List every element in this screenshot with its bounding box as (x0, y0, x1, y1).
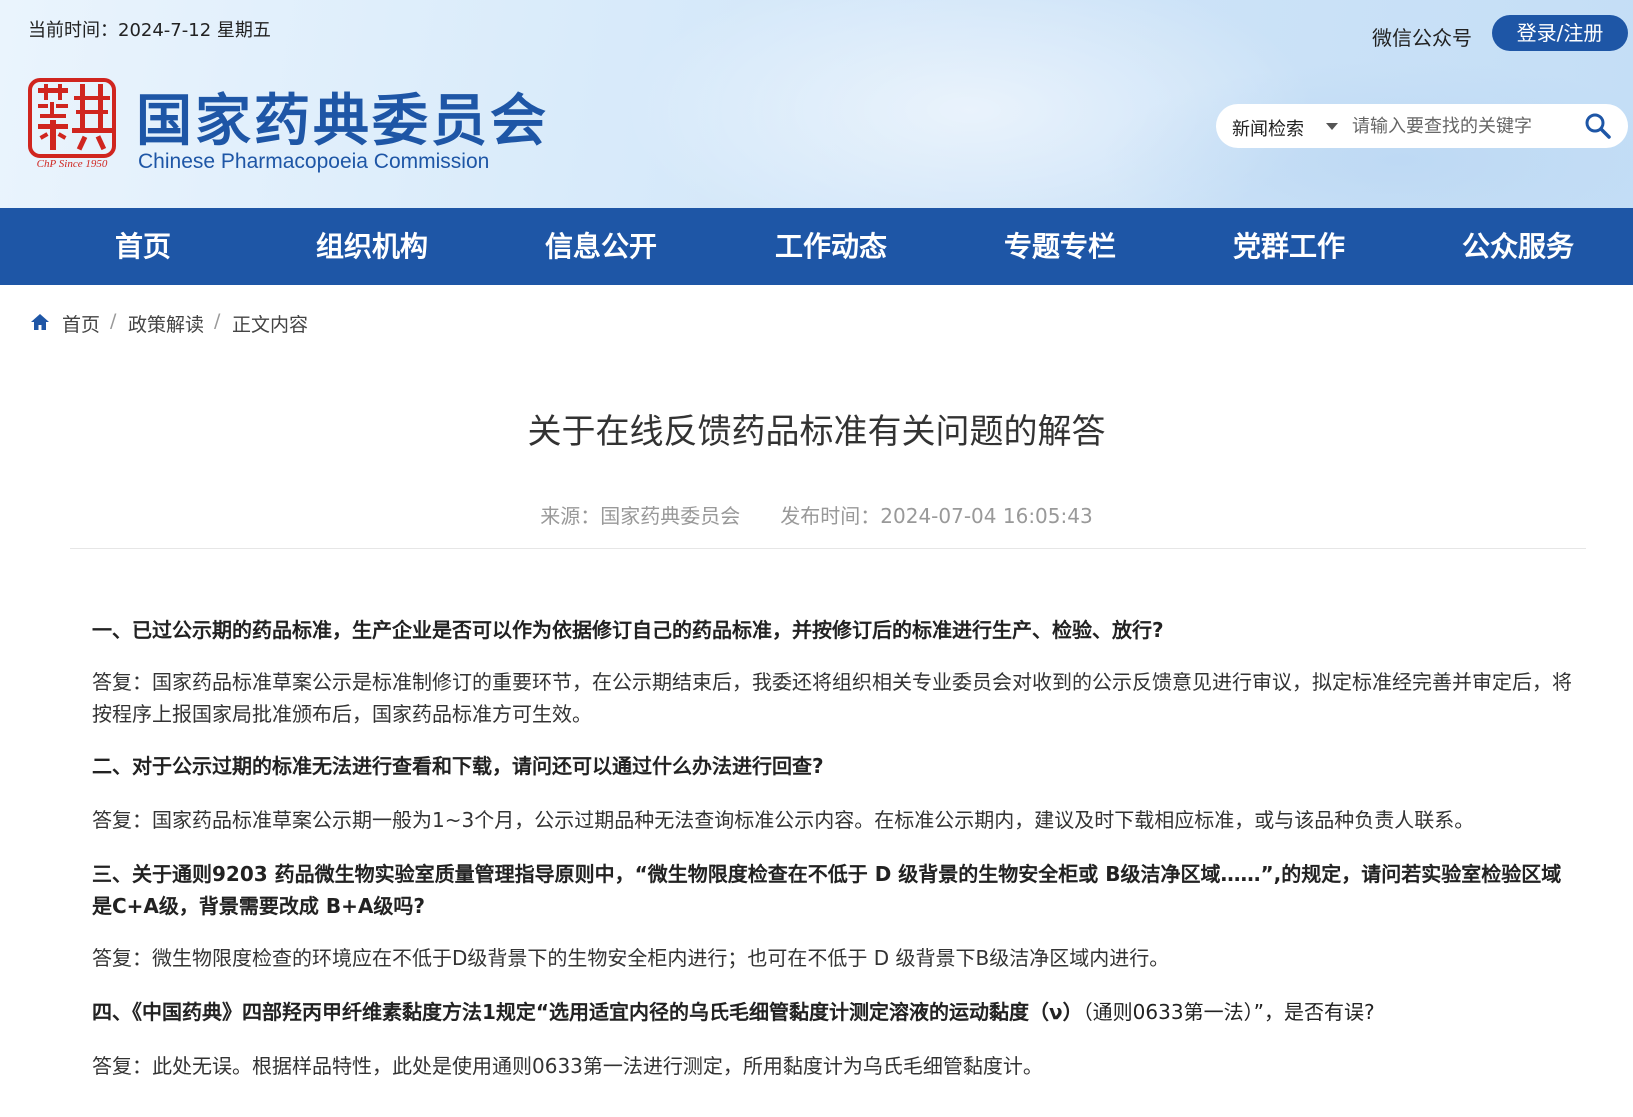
answer-4: 答复：此处无误。根据样品特性，此处是使用通则0633第一法进行测定，所用黏度计为… (92, 1054, 1043, 1078)
breadcrumb-home[interactable]: 首页 (62, 310, 100, 337)
nav-item-organization[interactable]: 组织机构 (272, 208, 472, 285)
search-input[interactable] (1352, 112, 1572, 140)
site-name-chinese[interactable]: 国家药典委员会 (136, 76, 549, 157)
nav-item-party-work[interactable]: 党群工作 (1189, 208, 1389, 285)
answer-3: 答复：微生物限度检查的环境应在不低于D级背景下的生物安全柜内进行；也可在不低于 … (92, 946, 1170, 970)
article-meta: 来源：国家药典委员会 发布时间：2024-07-04 16:05:43 (0, 500, 1633, 529)
question-3: 三、关于通则9203 药品微生物实验室质量管理指导原则中，“微生物限度检查在不低… (92, 862, 1562, 918)
breadcrumb-separator: / (110, 310, 117, 332)
chevron-down-icon[interactable] (1326, 123, 1338, 130)
title-divider (70, 548, 1586, 549)
question-4-normal: （通则0633第一法）”，是否有误? (1082, 1000, 1375, 1024)
question-4: 四、《中国药典》四部羟丙甲纤维素黏度方法1规定“选用适宜内径的乌氏毛细管黏度计测… (92, 996, 1572, 1028)
breadcrumb-policy-interpretation[interactable]: 政策解读 (128, 310, 204, 337)
wechat-account-link[interactable]: 微信公众号 (1372, 22, 1472, 51)
nav-item-home[interactable]: 首页 (43, 208, 243, 285)
question-4-bold: 四、《中国药典》四部羟丙甲纤维素黏度方法1规定“选用适宜内径的乌氏毛细管黏度计测… (92, 1000, 1083, 1024)
nav-item-work-news[interactable]: 工作动态 (731, 208, 931, 285)
search-scope-select[interactable]: 新闻检索 (1232, 115, 1304, 141)
answer-1: 答复：国家药品标准草案公示是标准制修订的重要环节，在公示期结束后，我委还将组织相… (92, 670, 1572, 726)
site-name-english: Chinese Pharmacopoeia Commission (138, 150, 490, 173)
seal-caption: ChP Since 1950 (36, 158, 108, 170)
current-date: 当前时间：2024-7-12 星期五 (28, 20, 271, 41)
home-icon[interactable] (30, 312, 50, 332)
main-navigation: 首页 组织机构 信息公开 工作动态 专题专栏 党群工作 公众服务 (0, 208, 1633, 285)
question-2: 二、对于公示过期的标准无法进行查看和下载，请问还可以通过什么办法进行回查? (92, 754, 824, 778)
question-1: 一、已过公示期的药品标准，生产企业是否可以作为依据修订自己的药品标准，并按修订后… (92, 618, 1164, 642)
nav-item-public-service[interactable]: 公众服务 (1418, 208, 1618, 285)
site-header: 当前时间：2024-7-12 星期五 微信公众号 登录/注册 ChP Since… (0, 0, 1633, 208)
breadcrumb-current: 正文内容 (232, 314, 309, 336)
search-icon[interactable] (1584, 112, 1612, 140)
nav-item-special-topics[interactable]: 专题专栏 (960, 208, 1160, 285)
breadcrumb-separator: / (214, 310, 221, 332)
article-title: 关于在线反馈药品标准有关问题的解答 (527, 412, 1106, 452)
nav-item-information[interactable]: 信息公开 (501, 208, 701, 285)
chp-seal-logo[interactable]: ChP Since 1950 (28, 78, 116, 175)
article-publish-time: 发布时间：2024-07-04 16:05:43 (780, 504, 1093, 528)
article-source: 来源：国家药典委员会 (540, 504, 741, 528)
login-register-button[interactable]: 登录/注册 (1492, 15, 1628, 51)
search-bar: 新闻检索 (1216, 104, 1628, 148)
answer-2: 答复：国家药品标准草案公示期一般为1~3个月，公示过期品种无法查询标准公示内容。… (92, 808, 1475, 832)
